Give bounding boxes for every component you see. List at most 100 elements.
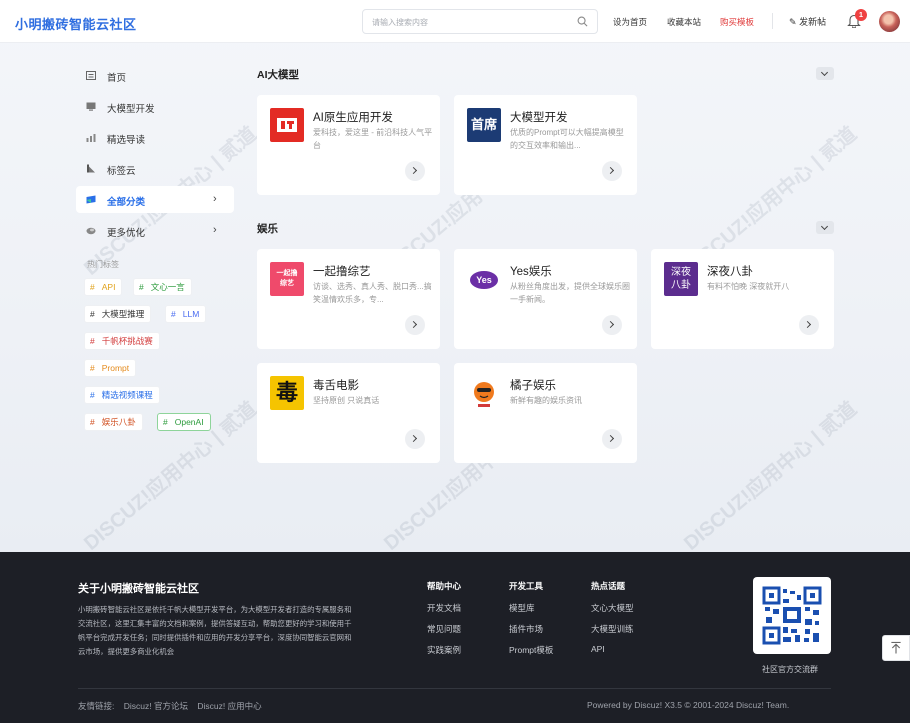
tag-llm-inference[interactable]: # 大模型推理	[84, 305, 152, 323]
hash-icon: #	[163, 417, 168, 427]
forum-title[interactable]: 一起撸综艺	[313, 263, 371, 279]
enter-forum-button[interactable]	[799, 315, 819, 335]
enter-forum-button[interactable]	[405, 161, 425, 181]
new-post-label: 发新帖	[799, 17, 827, 27]
forum-card[interactable]: 首席 大模型开发 优质的Prompt可以大幅提高模型的交互效率和输出...	[454, 95, 637, 195]
forum-card[interactable]: Yes Yes娱乐 从粉丝角度出发，提供全球娱乐圈一手新闻。	[454, 249, 637, 349]
forum-card[interactable]: AI原生应用开发 爱科技，爱这里 - 前沿科技人气平台	[257, 95, 440, 195]
top-header: 小明搬砖智能云社区 设为首页 收藏本站 购买模板 ✎ 发新帖 1	[0, 0, 910, 43]
forum-card[interactable]: 橘子娱乐 新鲜有趣的娱乐资讯	[454, 363, 637, 463]
hash-icon: #	[90, 309, 95, 319]
new-post-button[interactable]: ✎ 发新帖	[789, 15, 826, 28]
footer-link[interactable]: 插件市场	[509, 623, 543, 635]
header-divider	[772, 13, 773, 29]
enter-forum-button[interactable]	[405, 315, 425, 335]
forum-title[interactable]: 毒舌电影	[313, 377, 359, 393]
sidebar-item-more[interactable]: 更多优化 ›	[76, 217, 234, 244]
footer-link[interactable]: 实践案例	[427, 644, 461, 656]
yes-logo-icon: Yes	[470, 271, 498, 289]
tag-video-course[interactable]: # 精选视频课程	[84, 386, 160, 404]
tag-label: 千帆杯挑战赛	[101, 336, 153, 346]
forum-desc: 优质的Prompt可以大幅提高模型的交互效率和输出...	[510, 128, 624, 150]
footer-link[interactable]: 大模型训练	[591, 623, 634, 635]
sidebar-item-label: 更多优化	[107, 228, 146, 239]
set-homepage-link[interactable]: 设为首页	[613, 16, 647, 28]
collapse-toggle[interactable]	[816, 67, 834, 80]
sidebar-item-label: 大模型开发	[107, 104, 155, 115]
footer-link[interactable]: 开发文档	[427, 602, 461, 614]
enter-forum-button[interactable]	[405, 429, 425, 449]
enter-forum-button[interactable]	[602, 429, 622, 449]
tag-label: 文心一言	[150, 282, 185, 292]
tag-label: 精选视频课程	[101, 390, 153, 400]
forum-logo: 毒	[270, 376, 304, 410]
sidebar-item-label: 标签云	[107, 166, 136, 177]
monitor-icon	[86, 102, 96, 111]
tag-gossip[interactable]: # 娱乐八卦	[84, 413, 143, 431]
forum-title[interactable]: 深夜八卦	[707, 263, 753, 279]
svg-text:Yes: Yes	[476, 275, 492, 285]
friend-link[interactable]: Discuz! 官方论坛	[124, 701, 188, 711]
forum-desc: 坚持原创 只说真话	[313, 396, 380, 405]
forum-desc: 从粉丝角度出发，提供全球娱乐圈一手新闻。	[510, 282, 630, 304]
friend-link[interactable]: Discuz! 应用中心	[197, 701, 261, 711]
enter-forum-button[interactable]	[602, 315, 622, 335]
hash-icon: #	[90, 363, 95, 373]
forum-title[interactable]: 大模型开发	[510, 109, 568, 125]
sidebar-item-all-categories[interactable]: 全部分类 ›	[76, 186, 234, 213]
hash-icon: #	[90, 282, 95, 292]
forum-card[interactable]: 毒 毒舌电影 坚持原创 只说真话	[257, 363, 440, 463]
footer-col-title: 热点话题	[591, 581, 626, 591]
tag-label: 娱乐八卦	[101, 417, 136, 427]
footer-link[interactable]: 常见问题	[427, 623, 461, 635]
footer-link[interactable]: 模型库	[509, 602, 535, 614]
forum-title[interactable]: AI原生应用开发	[313, 109, 393, 125]
tag-wenxin[interactable]: # 文心一言	[133, 278, 192, 296]
hash-icon: #	[90, 390, 95, 400]
sidebar-item-tag-cloud[interactable]: 标签云	[76, 155, 234, 182]
forum-desc: 访谈、选秀、真人秀、脱口秀...搞笑温情欢乐多，专...	[313, 282, 432, 304]
bookmark-link[interactable]: 收藏本站	[667, 16, 701, 28]
hash-icon: #	[139, 282, 144, 292]
search-input[interactable]	[372, 15, 562, 29]
tag-api[interactable]: # API	[84, 278, 123, 296]
footer-link[interactable]: API	[591, 644, 605, 654]
user-avatar[interactable]	[879, 11, 900, 32]
hash-icon: #	[90, 336, 95, 346]
forum-desc: 新鲜有趣的娱乐资讯	[510, 396, 582, 405]
site-logo[interactable]: 小明搬砖智能云社区	[15, 14, 137, 33]
back-to-top-button[interactable]	[882, 635, 910, 661]
footer-link[interactable]: 文心大模型	[591, 602, 634, 614]
tag-prompt[interactable]: # Prompt	[84, 359, 137, 377]
sidebar-item-llm-dev[interactable]: 大模型开发	[76, 93, 234, 120]
tag-llm[interactable]: # LLM	[165, 305, 207, 323]
sidebar-item-featured[interactable]: 精选导读	[76, 124, 234, 151]
qr-code-icon	[762, 586, 822, 645]
orange-logo-icon	[474, 382, 494, 407]
tag-openai[interactable]: # OpenAI	[157, 413, 211, 431]
tag-label: API	[101, 282, 116, 292]
chevron-right-icon: ›	[213, 193, 217, 205]
forum-logo: 一起撸 综艺	[270, 262, 304, 296]
footer-divider	[78, 688, 831, 689]
powered-by: Powered by Discuz! X3.5 © 2001-2024 Disc…	[587, 700, 790, 710]
forum-logo: Yes	[467, 262, 501, 296]
tag-qianfan-challenge[interactable]: # 千帆杯挑战赛	[84, 332, 160, 350]
forum-title[interactable]: Yes娱乐	[510, 263, 552, 279]
site-footer: 关于小明搬砖智能云社区 小明搬砖智能云社区是依托千帆大模型开发平台，为大模型开发…	[0, 552, 910, 723]
footer-link[interactable]: Prompt模板	[509, 644, 553, 656]
section-title: AI大模型	[257, 69, 299, 81]
forum-card[interactable]: 一起撸 综艺 一起撸综艺 访谈、选秀、真人秀、脱口秀...搞笑温情欢乐多，专...	[257, 249, 440, 349]
search-icon[interactable]	[577, 16, 588, 27]
forum-title[interactable]: 橘子娱乐	[510, 377, 556, 393]
enter-forum-button[interactable]	[602, 161, 622, 181]
forum-desc: 有料不怕晚 深夜就开八	[707, 282, 790, 291]
chevron-right-icon: ›	[213, 224, 217, 236]
forum-card[interactable]: 深夜 八卦 深夜八卦 有料不怕晚 深夜就开八	[651, 249, 834, 349]
sidebar-item-home[interactable]: 首页	[76, 62, 234, 89]
footer-col-title: 开发工具	[509, 581, 544, 591]
buy-template-link[interactable]: 购买模板	[720, 16, 754, 28]
collapse-toggle[interactable]	[816, 221, 834, 234]
arrow-up-icon	[891, 641, 901, 654]
category-icon	[86, 195, 96, 204]
